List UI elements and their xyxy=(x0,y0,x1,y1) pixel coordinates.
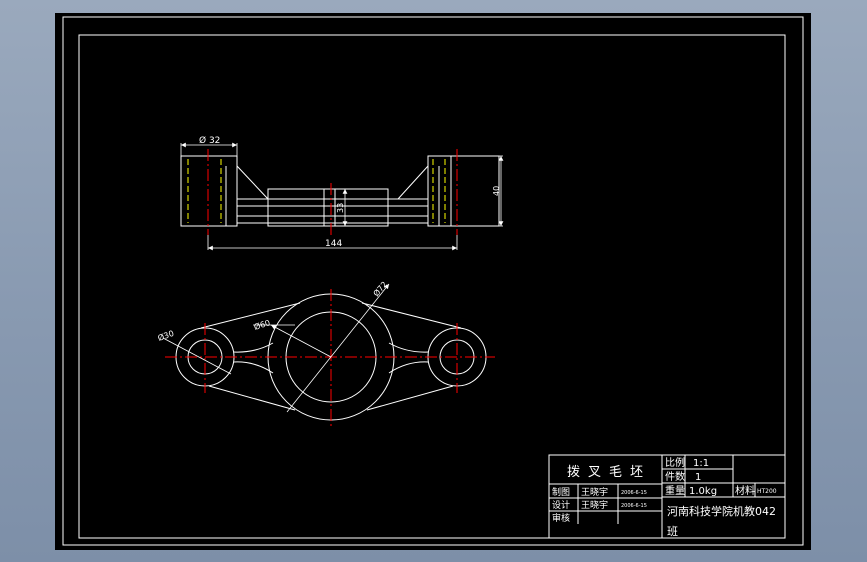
school-name: 河南科技学院机教042 xyxy=(667,504,776,518)
dim-large-boss: Ø72 xyxy=(371,279,389,298)
front-dimensions xyxy=(180,142,504,251)
material-label: 材料 xyxy=(735,484,755,497)
review-label: 审核 xyxy=(552,512,570,524)
scale-value: 1:1 xyxy=(693,458,709,469)
dim-overall-length: 144 xyxy=(325,239,342,249)
dim-hole: Ø60 xyxy=(253,317,272,332)
dim-small-boss: Ø30 xyxy=(156,328,175,343)
dim-center-height: 33 xyxy=(336,203,345,213)
hidden-lines xyxy=(187,159,446,223)
designed-name: 王晓宇 xyxy=(581,499,608,511)
drawn-date: 2006-6-15 xyxy=(621,490,647,496)
dim-overall-height: 40 xyxy=(492,186,501,196)
qty-value: 1 xyxy=(695,472,701,483)
drawing-canvas[interactable]: Ø 32 40 33 144 Ø72 Ø60 Ø30 拨叉毛坯 比例 1:1 件… xyxy=(55,13,811,550)
drawn-label: 制图 xyxy=(552,486,570,498)
qty-label: 件数 xyxy=(665,470,685,483)
part-name: 拨叉毛坯 xyxy=(567,465,651,480)
scale-label: 比例 xyxy=(665,456,685,469)
cad-viewport[interactable]: Ø 32 40 33 144 Ø72 Ø60 Ø30 拨叉毛坯 比例 1:1 件… xyxy=(55,13,811,550)
designed-date: 2006-6-15 xyxy=(621,503,647,509)
drawn-name: 王晓宇 xyxy=(581,486,608,498)
designed-label: 设计 xyxy=(552,499,570,511)
front-view xyxy=(180,155,500,227)
class-suffix: 班 xyxy=(667,525,678,538)
outer-border xyxy=(62,16,804,546)
material-value: HT200 xyxy=(757,488,777,495)
front-center-lines xyxy=(207,149,458,235)
weight-value: 1.0kg xyxy=(689,486,717,497)
dim-top-diameter: Ø 32 xyxy=(199,135,220,146)
weight-label: 重量 xyxy=(665,484,685,497)
plan-dimensions xyxy=(162,283,390,413)
